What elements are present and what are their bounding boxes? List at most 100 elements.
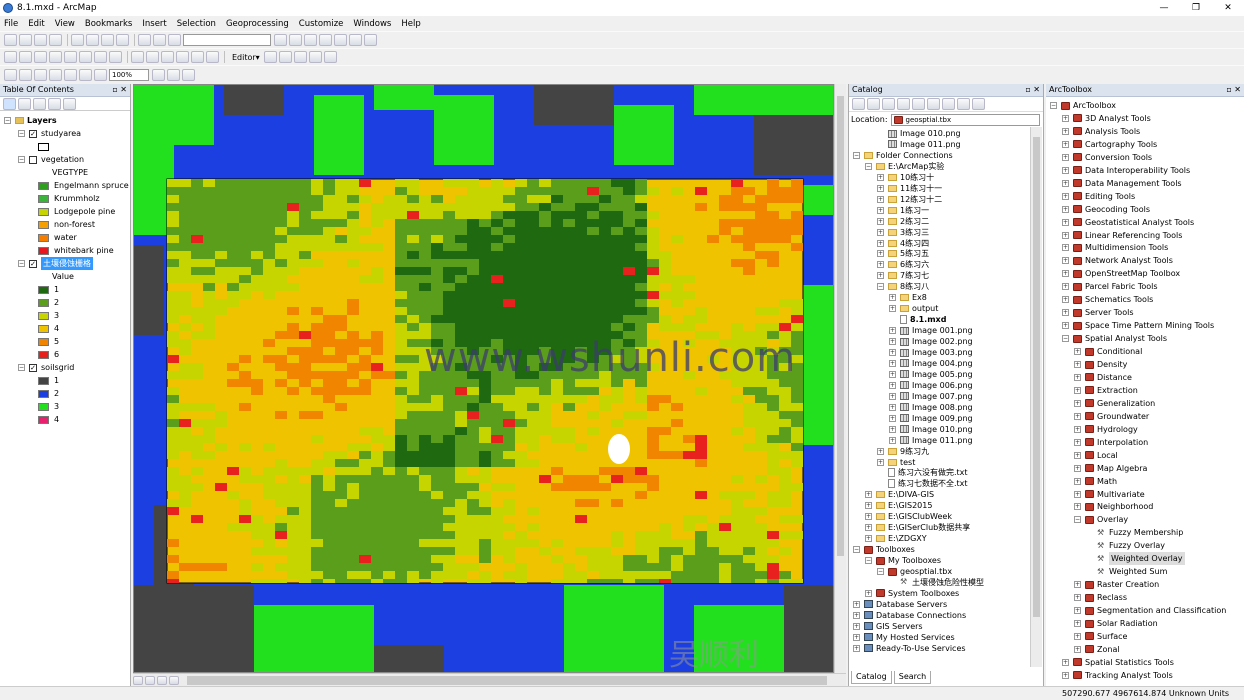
expand-icon[interactable]: + [877, 261, 884, 269]
zoom-100-icon[interactable] [64, 69, 77, 81]
legend-class[interactable]: Engelmann spruce [38, 179, 129, 192]
maximize-button[interactable]: ❐ [1180, 0, 1212, 16]
straight-segment-icon[interactable] [293, 51, 307, 63]
select-features-icon[interactable] [131, 51, 144, 63]
toolbox-tree-item[interactable]: + Generalization [1074, 397, 1155, 410]
expand-icon[interactable]: + [877, 239, 884, 247]
collapse-icon[interactable]: − [18, 364, 25, 371]
legend-class[interactable]: 2 [38, 296, 59, 309]
expand-icon[interactable]: + [877, 250, 884, 258]
expand-icon[interactable]: + [1062, 309, 1069, 317]
zoom-percent-combo[interactable]: 100% [109, 69, 149, 81]
legend-class[interactable]: 1 [38, 283, 59, 296]
legend-class[interactable]: 4 [38, 413, 59, 426]
expand-icon[interactable]: + [889, 381, 896, 389]
toolbox-tree-item[interactable]: + Data Management Tools [1062, 177, 1182, 190]
collapse-icon[interactable]: − [853, 151, 860, 159]
collapse-icon[interactable]: − [4, 117, 11, 124]
expand-icon[interactable]: + [877, 184, 884, 192]
copy-icon[interactable] [86, 34, 99, 46]
python-icon[interactable] [349, 34, 362, 46]
connect-folder-icon[interactable] [942, 98, 955, 110]
expand-icon[interactable]: + [1074, 451, 1081, 459]
menu-help[interactable]: Help [401, 19, 420, 29]
expand-icon[interactable]: + [889, 392, 896, 400]
find-icon[interactable] [176, 51, 189, 63]
legend-class[interactable]: 5 [38, 335, 59, 348]
expand-icon[interactable]: + [1062, 140, 1069, 148]
select-elements-icon[interactable] [146, 51, 159, 63]
toolbox-tree-item[interactable]: + Linear Referencing Tools [1062, 229, 1182, 242]
toolbox-tree-item[interactable]: + Surface [1074, 630, 1127, 643]
menu-customize[interactable]: Customize [299, 19, 344, 29]
legend-class[interactable]: water [38, 231, 77, 244]
zoom-out-icon[interactable] [19, 51, 32, 63]
expand-icon[interactable]: + [1074, 645, 1081, 653]
legend-class[interactable]: 1 [38, 374, 59, 387]
expand-icon[interactable]: + [1062, 153, 1069, 161]
tab-search[interactable]: Search [893, 671, 932, 684]
layer-studyarea[interactable]: − ✓ studyarea [18, 127, 81, 140]
expand-icon[interactable]: + [865, 524, 872, 532]
editor-toolbar-icon[interactable] [274, 34, 287, 46]
expand-icon[interactable]: + [1062, 231, 1069, 239]
list-by-source-icon[interactable] [18, 97, 31, 110]
expand-icon[interactable]: + [1074, 361, 1081, 368]
undo-icon[interactable] [138, 34, 151, 46]
expand-icon[interactable]: + [1062, 322, 1069, 330]
toolbox-tree-item[interactable]: + Math [1074, 475, 1117, 488]
menu-edit[interactable]: Edit [28, 19, 44, 29]
layout-zoom-in-icon[interactable] [4, 69, 17, 81]
hyperlink-icon[interactable] [206, 51, 219, 63]
expand-icon[interactable]: + [877, 272, 884, 280]
legend-class[interactable]: non-forest [38, 218, 95, 231]
expand-icon[interactable]: + [1074, 386, 1081, 394]
toolbox-tree-item[interactable]: + Neighborhood [1074, 500, 1153, 513]
pan-icon[interactable] [34, 51, 47, 63]
delete-icon[interactable] [116, 34, 129, 46]
forward-icon[interactable] [867, 98, 880, 110]
change-layout-icon[interactable] [182, 69, 195, 81]
toolbox-tree-item[interactable]: + Hydrology [1074, 423, 1138, 436]
print-icon[interactable] [49, 34, 62, 46]
expand-icon[interactable]: + [865, 491, 872, 499]
toolbox-tree-item[interactable]: + Analysis Tools [1062, 125, 1140, 138]
expand-icon[interactable]: + [853, 611, 860, 619]
legend-class[interactable]: 3 [38, 400, 59, 413]
expand-icon[interactable]: + [877, 217, 884, 225]
expand-icon[interactable]: + [1062, 257, 1069, 265]
expand-icon[interactable]: + [1062, 296, 1069, 304]
scroll-thumb[interactable] [837, 96, 844, 556]
legend-class[interactable]: 2 [38, 387, 59, 400]
expand-icon[interactable]: + [853, 600, 860, 608]
full-extent-icon[interactable] [49, 51, 62, 63]
expand-icon[interactable]: + [1074, 632, 1081, 640]
focus-data-frame-icon[interactable] [167, 69, 180, 81]
toolbox-tree-item[interactable]: + Space Time Pattern Mining Tools [1062, 319, 1214, 332]
toolbox-tree-item[interactable]: + OpenStreetMap Toolbox [1062, 267, 1180, 280]
expand-icon[interactable]: + [889, 370, 896, 378]
toolbox-tree-item[interactable]: ⚒ Weighted Overlay [1086, 552, 1185, 566]
expand-icon[interactable]: + [877, 206, 884, 214]
toolbox-tree-item[interactable]: + Multidimension Tools [1062, 241, 1168, 254]
collapse-icon[interactable]: − [1062, 335, 1069, 343]
legend-class[interactable]: whitebark pine [38, 244, 114, 257]
expand-icon[interactable]: + [853, 633, 860, 641]
menu-windows[interactable]: Windows [353, 19, 391, 29]
toolbox-tree-item[interactable]: + Geostatistical Analyst Tools [1062, 216, 1194, 229]
expand-icon[interactable]: + [1062, 166, 1069, 174]
toolbox-tree-item[interactable]: + Reclass [1074, 591, 1127, 604]
map-horizontal-scrollbar[interactable] [133, 673, 846, 686]
expand-icon[interactable]: + [1062, 671, 1069, 679]
layout-view-icon[interactable] [145, 675, 155, 685]
toolbox-tree-item[interactable]: ⚒ Weighted Sum [1086, 565, 1167, 578]
sketch-tool-icon[interactable] [278, 51, 292, 63]
zoom-whole-page-icon[interactable] [49, 69, 62, 81]
map-scale-combo[interactable] [183, 34, 271, 46]
expand-icon[interactable]: + [877, 173, 884, 181]
collapse-icon[interactable]: − [865, 557, 872, 565]
toolbox-tree-item[interactable]: ⚒ Fuzzy Membership [1086, 526, 1183, 539]
back-icon[interactable] [852, 98, 865, 110]
catalog-scrollbar[interactable] [1030, 127, 1042, 667]
identify-icon[interactable] [161, 51, 174, 63]
